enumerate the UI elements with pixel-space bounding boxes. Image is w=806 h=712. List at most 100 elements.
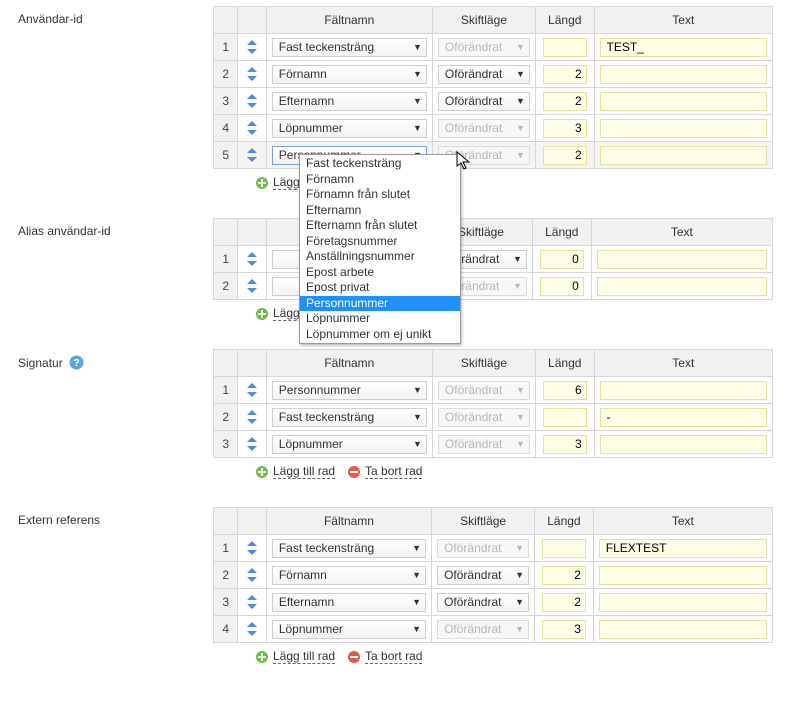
chevron-down-icon: ▼ bbox=[412, 625, 421, 634]
case-select[interactable]: Oförändrat▼ bbox=[437, 593, 529, 612]
text-input[interactable] bbox=[600, 92, 767, 111]
length-input[interactable] bbox=[543, 435, 587, 454]
length-input[interactable] bbox=[543, 408, 587, 427]
drag-handle[interactable] bbox=[238, 88, 266, 115]
field-select[interactable]: Fast teckensträng▼ bbox=[272, 539, 426, 558]
chevron-down-icon: ▼ bbox=[516, 386, 525, 395]
text-input[interactable] bbox=[599, 620, 767, 639]
add-row-link[interactable]: Lägg till rad bbox=[255, 464, 335, 479]
length-input[interactable] bbox=[543, 65, 587, 84]
drag-handle[interactable] bbox=[238, 246, 267, 273]
col-faltnamn: Fältnamn bbox=[266, 350, 432, 377]
length-input[interactable] bbox=[543, 119, 587, 138]
chevron-down-icon: ▼ bbox=[515, 625, 524, 634]
field-select[interactable]: Efternamn▼ bbox=[272, 593, 426, 612]
row-number: 4 bbox=[214, 616, 238, 643]
text-input[interactable] bbox=[599, 566, 767, 585]
text-input[interactable] bbox=[600, 381, 767, 400]
drag-handle[interactable] bbox=[238, 142, 266, 169]
text-input[interactable] bbox=[597, 277, 767, 296]
dropdown-option[interactable]: Efternamn från slutet bbox=[300, 218, 460, 234]
col-langd: Längd bbox=[532, 219, 591, 246]
col-faltnamn: Fältnamn bbox=[266, 508, 431, 535]
table-row: 2Förnamn▼Oförändrat▼ bbox=[214, 562, 773, 589]
table-row: 2▼Oförändrat▼ bbox=[214, 273, 773, 300]
dropdown-option[interactable]: Förnamn bbox=[300, 172, 460, 188]
text-input[interactable] bbox=[600, 65, 767, 84]
chevron-down-icon: ▼ bbox=[516, 70, 525, 79]
drag-handle[interactable] bbox=[238, 61, 266, 88]
length-input[interactable] bbox=[542, 539, 586, 558]
case-select[interactable]: Oförändrat▼ bbox=[437, 566, 529, 585]
dropdown-option[interactable]: Löpnummer om ej unikt bbox=[300, 327, 460, 343]
field-select[interactable]: Förnamn▼ bbox=[272, 566, 426, 585]
dropdown-option[interactable]: Anställningsnummer bbox=[300, 249, 460, 265]
drag-handle[interactable] bbox=[238, 535, 266, 562]
field-select[interactable]: Fast teckensträng▼ bbox=[272, 408, 427, 427]
dropdown-option[interactable]: Personnummer bbox=[300, 296, 460, 312]
case-select[interactable]: Oförändrat▼ bbox=[438, 65, 530, 84]
col-skiftlage: Skiftläge bbox=[432, 7, 535, 34]
text-input[interactable] bbox=[597, 250, 767, 269]
case-select: Oförändrat▼ bbox=[438, 119, 530, 138]
field-select[interactable]: Löpnummer▼ bbox=[272, 435, 427, 454]
add-row-link[interactable]: Lägg till rad bbox=[255, 649, 335, 664]
field-select[interactable]: Fast teckensträng▼ bbox=[272, 38, 427, 57]
drag-handle[interactable] bbox=[238, 404, 266, 431]
length-input[interactable] bbox=[543, 146, 587, 165]
length-input[interactable] bbox=[543, 38, 587, 57]
drag-handle[interactable] bbox=[238, 616, 266, 643]
field-select[interactable]: Förnamn▼ bbox=[272, 65, 427, 84]
dropdown-option[interactable]: Fast teckensträng bbox=[300, 156, 460, 172]
text-input[interactable] bbox=[600, 146, 767, 165]
length-input[interactable] bbox=[540, 277, 584, 296]
length-input[interactable] bbox=[542, 620, 586, 639]
case-select: Oförändrat▼ bbox=[438, 38, 530, 57]
drag-handle[interactable] bbox=[238, 377, 266, 404]
case-select: Oförändrat▼ bbox=[438, 381, 530, 400]
text-input[interactable] bbox=[599, 539, 767, 558]
text-input[interactable] bbox=[600, 435, 767, 454]
text-input[interactable] bbox=[600, 38, 767, 57]
chevron-down-icon: ▼ bbox=[413, 70, 422, 79]
dropdown-option[interactable]: Epost arbete bbox=[300, 265, 460, 281]
col-text: Text bbox=[594, 350, 772, 377]
length-input[interactable] bbox=[543, 381, 587, 400]
field-select[interactable]: Efternamn▼ bbox=[272, 92, 427, 111]
help-icon[interactable]: ? bbox=[69, 355, 84, 370]
length-input[interactable] bbox=[542, 593, 586, 612]
text-input[interactable] bbox=[600, 119, 767, 138]
col-skiftlage: Skiftläge bbox=[432, 508, 535, 535]
row-number: 2 bbox=[214, 273, 238, 300]
drag-handle[interactable] bbox=[238, 589, 266, 616]
dropdown-option[interactable]: Epost privat bbox=[300, 280, 460, 296]
text-input[interactable] bbox=[600, 408, 767, 427]
drag-handle[interactable] bbox=[238, 431, 266, 458]
drag-handle[interactable] bbox=[238, 273, 267, 300]
field-select[interactable]: Personnummer▼ bbox=[272, 381, 427, 400]
dropdown-option[interactable]: Företagsnummer bbox=[300, 234, 460, 250]
drag-handle[interactable] bbox=[238, 562, 266, 589]
select-value: Oförändrat bbox=[444, 622, 501, 636]
dropdown-option[interactable]: Löpnummer bbox=[300, 311, 460, 327]
chevron-down-icon: ▼ bbox=[413, 386, 422, 395]
chevron-down-icon: ▼ bbox=[515, 598, 524, 607]
length-input[interactable] bbox=[543, 92, 587, 111]
dropdown-option[interactable]: Efternamn bbox=[300, 203, 460, 219]
select-value: Fast teckensträng bbox=[279, 40, 374, 54]
table-row: 1Fast teckensträng▼Oförändrat▼ bbox=[214, 535, 773, 562]
drag-handle[interactable] bbox=[238, 34, 266, 61]
remove-row-link[interactable]: Ta bort rad bbox=[347, 649, 422, 664]
case-select[interactable]: Oförändrat▼ bbox=[438, 92, 530, 111]
length-input[interactable] bbox=[542, 566, 586, 585]
field-select[interactable]: Löpnummer▼ bbox=[272, 620, 426, 639]
text-input[interactable] bbox=[599, 593, 767, 612]
dropdown-option[interactable]: Förnamn från slutet bbox=[300, 187, 460, 203]
plus-icon bbox=[255, 650, 269, 664]
length-input[interactable] bbox=[540, 250, 584, 269]
remove-row-link[interactable]: Ta bort rad bbox=[347, 464, 422, 479]
case-select: Oförändrat▼ bbox=[438, 435, 530, 454]
field-dropdown[interactable]: Fast teckensträngFörnamnFörnamn från slu… bbox=[299, 154, 461, 344]
field-select[interactable]: Löpnummer▼ bbox=[272, 119, 427, 138]
drag-handle[interactable] bbox=[238, 115, 266, 142]
